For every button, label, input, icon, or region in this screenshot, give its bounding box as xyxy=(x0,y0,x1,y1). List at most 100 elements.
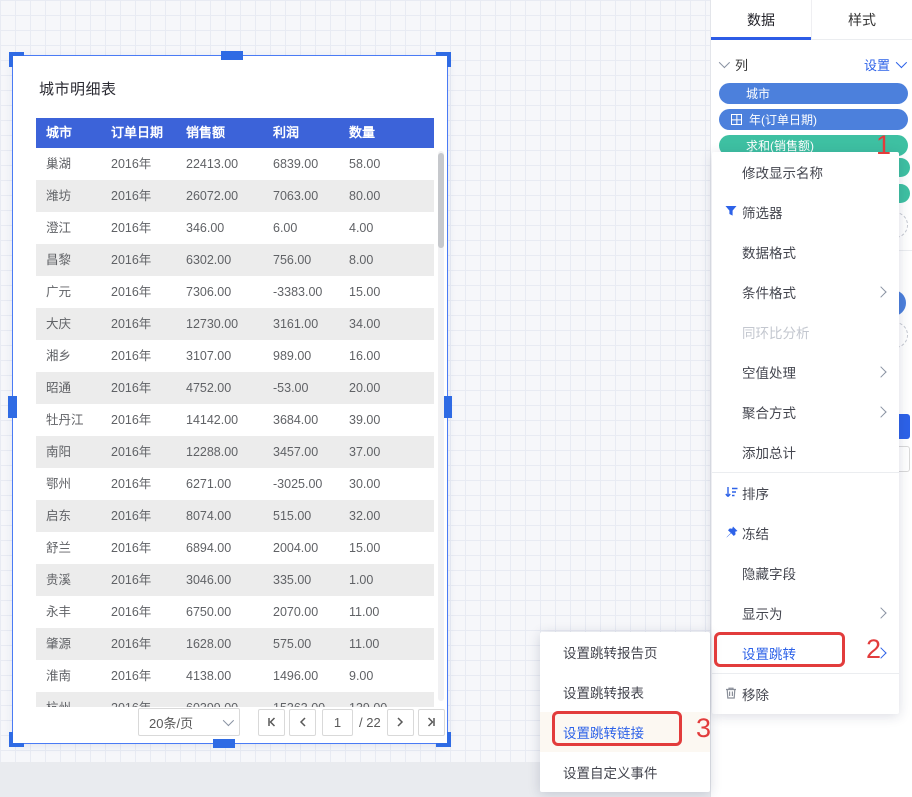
total-pages-label: / 22 xyxy=(359,715,381,730)
menu-item-add-total[interactable]: 添加总计 xyxy=(712,432,899,472)
table-cell: 2016年 xyxy=(101,532,176,564)
table-cell: 湘乡 xyxy=(36,340,101,372)
menu-item-set-jump[interactable]: 设置跳转 xyxy=(712,633,899,673)
submenu-item-jump-link[interactable]: 设置跳转链接 xyxy=(540,712,710,752)
table-row[interactable]: 启东2016年8074.00515.0032.00 xyxy=(36,500,434,532)
table-row[interactable]: 肇源2016年1628.00575.0011.00 xyxy=(36,628,434,660)
table-row[interactable]: 大庆2016年12730.003161.0034.00 xyxy=(36,308,434,340)
table-cell: 14142.00 xyxy=(176,404,263,436)
menu-item-freeze[interactable]: 冻结 xyxy=(712,513,899,553)
menu-item-conditional-format[interactable]: 条件格式 xyxy=(712,272,899,312)
table-row[interactable]: 昌黎2016年6302.00756.008.00 xyxy=(36,244,434,276)
selection-handle-top[interactable] xyxy=(221,51,243,60)
table-row[interactable]: 巢湖2016年22413.006839.0058.00 xyxy=(36,148,434,180)
column-header[interactable]: 利润 xyxy=(263,118,339,148)
first-page-button[interactable] xyxy=(258,709,285,736)
menu-item-filter[interactable]: 筛选器 xyxy=(712,192,899,232)
table-cell: 6839.00 xyxy=(263,148,339,180)
chevron-right-icon xyxy=(875,286,886,297)
table-row[interactable]: 淮南2016年4138.001496.009.00 xyxy=(36,660,434,692)
table-row[interactable]: 南阳2016年12288.003457.0037.00 xyxy=(36,436,434,468)
menu-item-label: 条件格式 xyxy=(742,282,796,302)
chevron-right-icon xyxy=(875,647,886,658)
selection-corner-top-right[interactable] xyxy=(436,52,451,67)
field-pill-city[interactable]: 城市 xyxy=(719,83,908,104)
menu-item-data-format[interactable]: 数据格式 xyxy=(712,232,899,272)
page-size-select[interactable]: 20条/页 xyxy=(138,708,240,736)
table-cell: 6894.00 xyxy=(176,532,263,564)
submenu-item-jump-report-page[interactable]: 设置跳转报告页 xyxy=(540,632,710,672)
last-page-button[interactable] xyxy=(418,709,445,736)
table-cell: 32.00 xyxy=(339,500,434,532)
page-number-input[interactable] xyxy=(322,709,353,736)
column-header[interactable]: 城市 xyxy=(36,118,101,148)
tab-data[interactable]: 数据 xyxy=(711,0,811,39)
table-scrollbar[interactable] xyxy=(438,151,444,701)
menu-item-label: 空值处理 xyxy=(742,362,796,382)
menu-item-label: 排序 xyxy=(742,483,769,503)
last-page-icon xyxy=(424,715,438,729)
table-cell: -3383.00 xyxy=(263,276,339,308)
table-cell: 989.00 xyxy=(263,340,339,372)
selection-corner-top-left[interactable] xyxy=(9,52,24,67)
table-row[interactable]: 舒兰2016年6894.002004.0015.00 xyxy=(36,532,434,564)
table-cell: 2016年 xyxy=(101,212,176,244)
pagination-bar: 20条/页 / 22 xyxy=(138,708,445,736)
table-cell: 30.00 xyxy=(339,468,434,500)
widget-title: 城市明细表 xyxy=(39,78,117,99)
table-row[interactable]: 贵溪2016年3046.00335.001.00 xyxy=(36,564,434,596)
submenu-item-custom-event[interactable]: 设置自定义事件 xyxy=(540,752,710,792)
table-row[interactable]: 湘乡2016年3107.00989.0016.00 xyxy=(36,340,434,372)
table-cell: 515.00 xyxy=(263,500,339,532)
prev-page-button[interactable] xyxy=(289,709,316,736)
table-cell: 16.00 xyxy=(339,340,434,372)
table-cell: 37.00 xyxy=(339,436,434,468)
selection-handle-bottom[interactable] xyxy=(213,739,235,748)
selection-corner-bottom-left[interactable] xyxy=(9,732,24,747)
column-header[interactable]: 销售额 xyxy=(176,118,263,148)
column-header[interactable]: 数量 xyxy=(339,118,434,148)
menu-item-rename-display[interactable]: 修改显示名称 xyxy=(712,152,899,192)
data-table: 城市订单日期销售额利润数量 巢湖2016年22413.006839.0058.0… xyxy=(36,118,434,707)
table-cell: 22413.00 xyxy=(176,148,263,180)
menu-item-show-as[interactable]: 显示为 xyxy=(712,593,899,633)
menu-item-hide-field[interactable]: 隐藏字段 xyxy=(712,553,899,593)
field-pill-year-order-date[interactable]: 年(订单日期) xyxy=(719,109,908,130)
column-header[interactable]: 订单日期 xyxy=(101,118,176,148)
table-row[interactable]: 澄江2016年346.006.004.00 xyxy=(36,212,434,244)
scrollbar-thumb[interactable] xyxy=(438,153,444,248)
submenu-item-jump-report[interactable]: 设置跳转报表 xyxy=(540,672,710,712)
table-row[interactable]: 鄂州2016年6271.00-3025.0030.00 xyxy=(36,468,434,500)
table-cell: 8074.00 xyxy=(176,500,263,532)
table-row[interactable]: 永丰2016年6750.002070.0011.00 xyxy=(36,596,434,628)
selection-handle-left[interactable] xyxy=(8,396,17,418)
selection-handle-right[interactable] xyxy=(443,396,452,418)
menu-item-label: 添加总计 xyxy=(742,442,796,462)
table-cell: 昭通 xyxy=(36,372,101,404)
menu-item-label: 显示为 xyxy=(742,603,783,623)
table-row[interactable]: 广元2016年7306.00-3383.0015.00 xyxy=(36,276,434,308)
menu-item-sort[interactable]: 排序 xyxy=(712,473,899,513)
page-size-label: 20条/页 xyxy=(149,713,193,732)
table-cell: 昌黎 xyxy=(36,244,101,276)
table-row[interactable]: 牡丹江2016年14142.003684.0039.00 xyxy=(36,404,434,436)
table-row[interactable]: 杭州2016年60399.0015363.00139.00 xyxy=(36,692,434,707)
pin-icon xyxy=(724,525,740,541)
table-widget[interactable]: 城市明细表 城市订单日期销售额利润数量 巢湖2016年22413.006839.… xyxy=(12,55,448,744)
table-cell: 2016年 xyxy=(101,340,176,372)
table-cell: 58.00 xyxy=(339,148,434,180)
chevron-down-icon xyxy=(223,715,234,726)
tab-style[interactable]: 样式 xyxy=(811,0,912,39)
table-cell: 15.00 xyxy=(339,532,434,564)
next-page-button[interactable] xyxy=(387,709,414,736)
table-row[interactable]: 昭通2016年4752.00-53.0020.00 xyxy=(36,372,434,404)
table-row[interactable]: 潍坊2016年26072.007063.0080.00 xyxy=(36,180,434,212)
menu-item-remove[interactable]: 移除 xyxy=(712,674,899,714)
table-cell: 6750.00 xyxy=(176,596,263,628)
collapse-chevron-icon[interactable] xyxy=(719,57,730,68)
settings-link[interactable]: 设置 xyxy=(864,55,904,74)
table-cell: 12288.00 xyxy=(176,436,263,468)
menu-item-aggregation[interactable]: 聚合方式 xyxy=(712,392,899,432)
table-cell: 6302.00 xyxy=(176,244,263,276)
menu-item-null-handling[interactable]: 空值处理 xyxy=(712,352,899,392)
